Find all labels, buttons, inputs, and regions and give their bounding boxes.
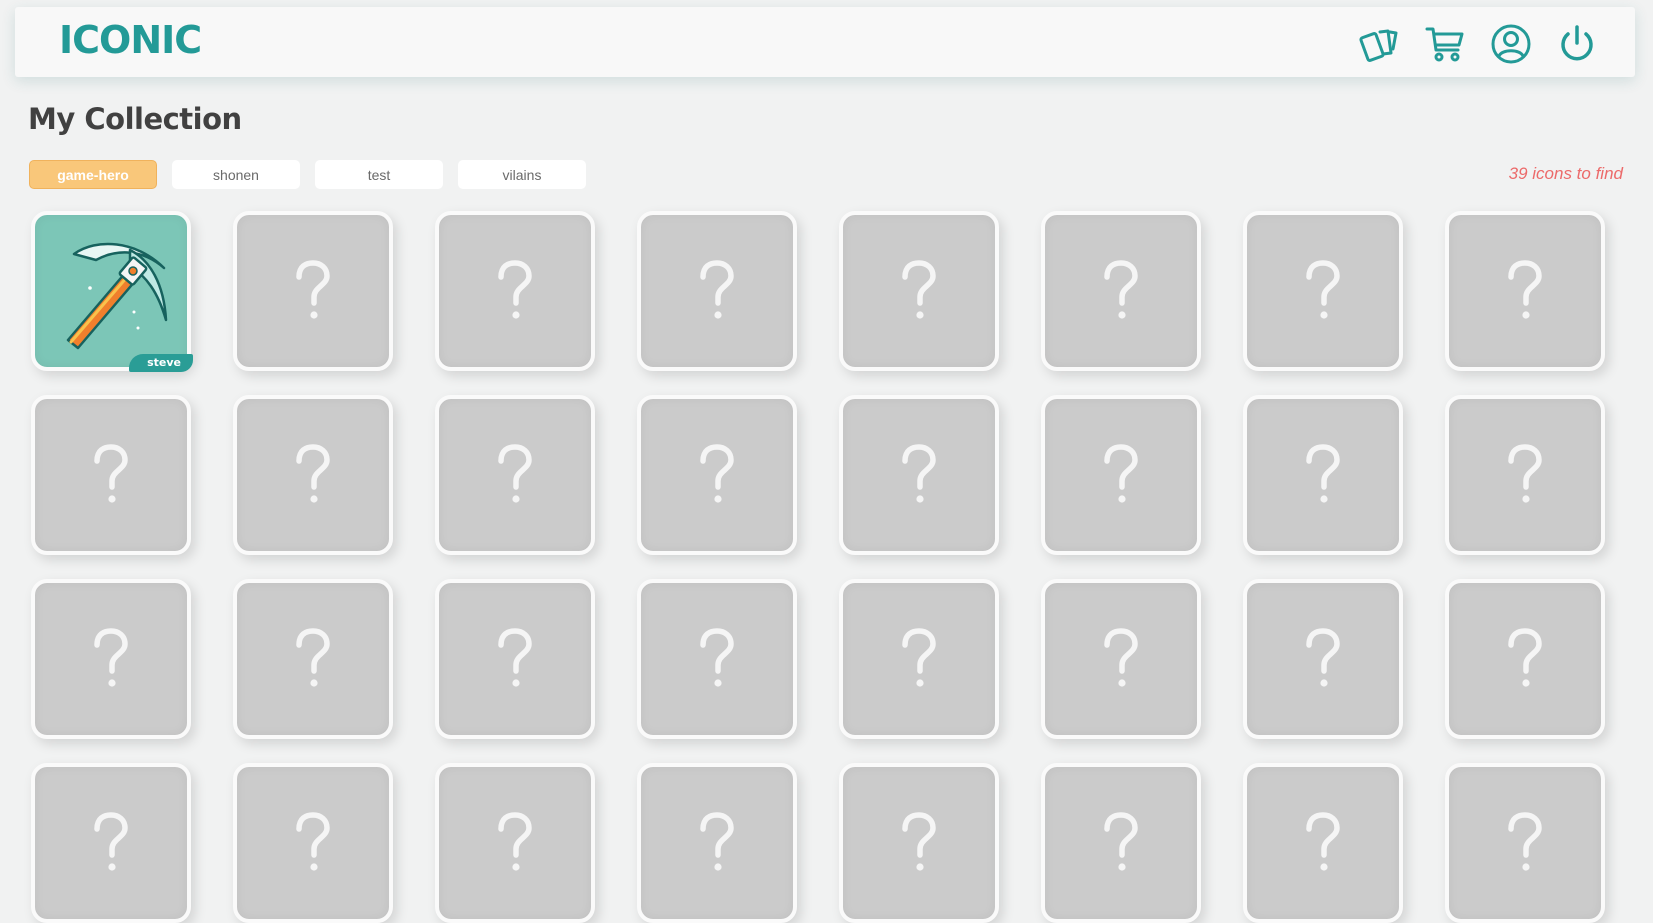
- pickaxe-icon: [66, 242, 168, 350]
- icon-card-locked[interactable]: [1041, 763, 1201, 923]
- icon-card-locked[interactable]: [637, 395, 797, 555]
- page-title: My Collection: [28, 102, 242, 136]
- question-mark-icon: [902, 628, 936, 687]
- icon-card-locked[interactable]: [1243, 211, 1403, 371]
- user-icon: [1491, 24, 1531, 64]
- question-mark-icon: [1104, 628, 1138, 687]
- question-mark-icon: [94, 628, 128, 687]
- question-mark-icon: [498, 260, 532, 319]
- cards-icon: [1359, 29, 1398, 62]
- question-mark-icon: [1508, 628, 1542, 687]
- icon-card-locked[interactable]: [1041, 395, 1201, 555]
- icon-card-locked[interactable]: [1041, 579, 1201, 739]
- icon-card-locked[interactable]: [637, 579, 797, 739]
- question-mark-icon: [296, 812, 330, 871]
- icon-card-locked[interactable]: [1041, 211, 1201, 371]
- icon-card-locked[interactable]: [1445, 395, 1605, 555]
- question-mark-icon: [498, 628, 532, 687]
- question-mark-icon: [1104, 260, 1138, 319]
- icon-card-locked[interactable]: [435, 579, 595, 739]
- icon-card-locked[interactable]: [1445, 763, 1605, 923]
- icon-card-locked[interactable]: [435, 763, 595, 923]
- profile-button[interactable]: [1489, 22, 1533, 66]
- question-mark-icon: [296, 260, 330, 319]
- icon-card-locked[interactable]: [233, 211, 393, 371]
- icon-card-found[interactable]: steve: [31, 211, 193, 372]
- icon-card-locked[interactable]: [637, 763, 797, 923]
- top-header: ICONIC: [15, 7, 1635, 77]
- question-mark-icon: [1306, 628, 1340, 687]
- tab-vilains[interactable]: vilains: [458, 160, 586, 189]
- icon-card-locked[interactable]: [637, 211, 797, 371]
- icon-card-locked[interactable]: [1445, 211, 1605, 371]
- collection-grid: steve: [31, 211, 1605, 923]
- question-mark-icon: [700, 260, 734, 319]
- icon-card-locked[interactable]: [233, 579, 393, 739]
- question-mark-icon: [700, 812, 734, 871]
- icon-card-locked[interactable]: [839, 763, 999, 923]
- icon-card-locked[interactable]: [435, 211, 595, 371]
- question-mark-icon: [700, 444, 734, 503]
- question-mark-icon: [902, 260, 936, 319]
- icon-card-locked[interactable]: [233, 763, 393, 923]
- question-mark-icon: [1508, 260, 1542, 319]
- cart-icon: [1425, 27, 1464, 62]
- question-mark-icon: [1104, 444, 1138, 503]
- question-mark-icon: [498, 812, 532, 871]
- question-mark-icon: [902, 444, 936, 503]
- question-mark-icon: [1508, 444, 1542, 503]
- question-mark-icon: [94, 812, 128, 871]
- tab-game-hero[interactable]: game-hero: [29, 160, 157, 189]
- app-logo[interactable]: ICONIC: [59, 18, 202, 62]
- icon-card-locked[interactable]: [31, 395, 191, 555]
- question-mark-icon: [1306, 444, 1340, 503]
- question-mark-icon: [902, 812, 936, 871]
- icon-card-locked[interactable]: [1243, 395, 1403, 555]
- tab-shonen[interactable]: shonen: [172, 160, 300, 189]
- icon-card-locked[interactable]: [839, 211, 999, 371]
- cards-button[interactable]: [1357, 22, 1401, 66]
- collection-tabs: game-hero shonen test vilains: [29, 160, 586, 189]
- cart-button[interactable]: [1423, 22, 1467, 66]
- icon-card-locked[interactable]: [839, 395, 999, 555]
- header-nav: [1357, 22, 1599, 66]
- question-mark-icon: [94, 444, 128, 503]
- icons-to-find-counter: 39 icons to find: [1508, 164, 1623, 183]
- question-mark-icon: [296, 444, 330, 503]
- question-mark-icon: [1508, 812, 1542, 871]
- question-mark-icon: [296, 628, 330, 687]
- icon-card-locked[interactable]: [1445, 579, 1605, 739]
- icon-card-locked[interactable]: [31, 579, 191, 739]
- logout-button[interactable]: [1555, 22, 1599, 66]
- question-mark-icon: [700, 628, 734, 687]
- icon-card-locked[interactable]: [1243, 763, 1403, 923]
- icon-card-locked[interactable]: [31, 763, 191, 923]
- icon-card-locked[interactable]: [435, 395, 595, 555]
- power-icon: [1561, 25, 1593, 61]
- question-mark-icon: [1306, 812, 1340, 871]
- question-mark-icon: [498, 444, 532, 503]
- owner-tag: steve: [129, 354, 193, 372]
- icon-card-locked[interactable]: [839, 579, 999, 739]
- question-mark-icon: [1104, 812, 1138, 871]
- icon-card-locked[interactable]: [1243, 579, 1403, 739]
- tab-test[interactable]: test: [315, 160, 443, 189]
- question-mark-icon: [1306, 260, 1340, 319]
- icon-card-locked[interactable]: [233, 395, 393, 555]
